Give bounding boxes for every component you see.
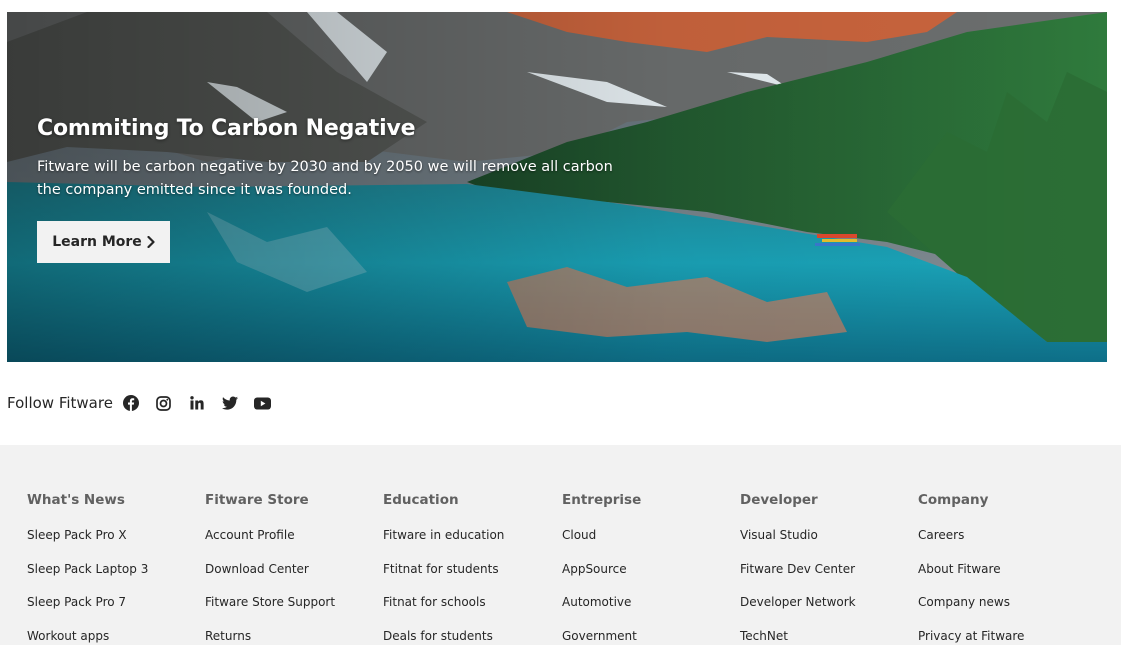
hero-content: Commiting To Carbon Negative Fitware wil… (37, 116, 657, 202)
footer-link[interactable]: Deals for students (383, 629, 504, 645)
footer-link[interactable]: Download Center (205, 562, 335, 596)
footer-link[interactable]: Sleep Pack Pro 7 (27, 595, 148, 629)
learn-more-button[interactable]: Learn More (37, 221, 170, 263)
footer-link[interactable]: Careers (918, 528, 1024, 562)
footer-link[interactable]: Fitware Store Support (205, 595, 335, 629)
youtube-icon[interactable] (253, 393, 273, 413)
footer-column-heading: Education (383, 492, 459, 508)
footer-column-entreprise: Entreprise Cloud AppSource Automotive Go… (562, 492, 641, 645)
footer-link[interactable]: TechNet (740, 629, 856, 645)
footer-link[interactable]: Ftitnat for students (383, 562, 504, 596)
footer-column-heading: Company (918, 492, 989, 508)
footer-column-heading: Developer (740, 492, 818, 508)
footer-link[interactable]: Automotive (562, 595, 641, 629)
footer-link[interactable]: About Fitware (918, 562, 1024, 596)
hero-banner: Commiting To Carbon Negative Fitware wil… (7, 12, 1107, 362)
site-footer: What's News Sleep Pack Pro X Sleep Pack … (0, 445, 1121, 645)
footer-link[interactable]: Company news (918, 595, 1024, 629)
learn-more-label: Learn More (52, 234, 142, 250)
footer-link[interactable]: Visual Studio (740, 528, 856, 562)
footer-column-heading: Entreprise (562, 492, 642, 508)
footer-link[interactable]: Returns (205, 629, 335, 645)
footer-link[interactable]: Account Profile (205, 528, 335, 562)
facebook-icon[interactable] (121, 393, 141, 413)
hero-title: Commiting To Carbon Negative (37, 116, 416, 141)
chevron-right-icon (147, 236, 155, 248)
footer-link[interactable]: Sleep Pack Pro X (27, 528, 148, 562)
footer-column-education: Education Fitware in education Ftitnat f… (383, 492, 504, 645)
footer-column-developer: Developer Visual Studio Fitware Dev Cent… (740, 492, 856, 645)
footer-column-fitware-store: Fitware Store Account Profile Download C… (205, 492, 335, 645)
footer-column-heading: What's News (27, 492, 125, 508)
footer-link[interactable]: Sleep Pack Laptop 3 (27, 562, 148, 596)
follow-bar: Follow Fitware (7, 390, 286, 416)
footer-link[interactable]: Fitware in education (383, 528, 504, 562)
footer-link[interactable]: Government (562, 629, 641, 645)
hero-description: Fitware will be carbon negative by 2030 … (37, 159, 613, 198)
follow-label: Follow Fitware (7, 394, 113, 412)
footer-link[interactable]: Workout apps (27, 629, 148, 645)
footer-column-whats-news: What's News Sleep Pack Pro X Sleep Pack … (27, 492, 148, 645)
footer-column-heading: Fitware Store (205, 492, 309, 508)
footer-link[interactable]: Developer Network (740, 595, 856, 629)
footer-link[interactable]: Privacy at Fitware (918, 629, 1024, 645)
footer-column-company: Company Careers About Fitware Company ne… (918, 492, 1024, 645)
footer-link[interactable]: Fitware Dev Center (740, 562, 856, 596)
footer-link[interactable]: Cloud (562, 528, 641, 562)
twitter-icon[interactable] (220, 393, 240, 413)
footer-link[interactable]: AppSource (562, 562, 641, 596)
linkedin-icon[interactable] (187, 393, 207, 413)
instagram-icon[interactable] (154, 393, 174, 413)
footer-link[interactable]: Fitnat for schools (383, 595, 504, 629)
page: Commiting To Carbon Negative Fitware wil… (0, 0, 1121, 645)
